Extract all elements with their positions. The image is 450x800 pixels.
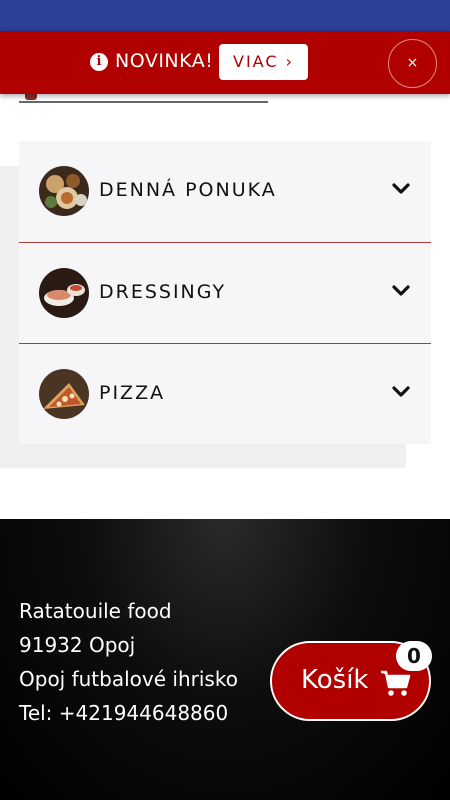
category-label: DENNÁ PONUKA [99,179,277,201]
notice-bar: i NOVINKA! VIAC › × [0,31,450,94]
restaurant-name: Ratatouile food [19,599,172,623]
category-pizza[interactable]: PIZZA [19,343,431,444]
top-strip [0,0,450,31]
cart-icon [381,670,411,696]
chevron-down-icon [392,386,410,397]
close-notice-button[interactable]: × [388,39,437,88]
daily-menu-thumbnail [39,166,89,216]
address: Opoj futbalové ihrisko [19,667,238,691]
category-label: DRESSINGY [99,281,227,303]
logo-remnant [19,94,268,103]
phone[interactable]: Tel: +421944648860 [19,696,238,730]
logo-mark [25,94,37,100]
pizza-thumbnail [39,369,89,419]
close-icon: × [406,55,419,71]
dressings-thumbnail [39,268,89,318]
logo-underline [19,101,268,103]
category-label: PIZZA [99,382,166,404]
chevron-down-icon [392,285,410,296]
chevron-down-icon [392,183,410,194]
more-button[interactable]: VIAC › [219,44,308,80]
notice-text: NOVINKA! [115,50,214,72]
cart-count-badge: 0 [396,641,432,671]
category-list: DENNÁ PONUKA DRESSINGY PIZZA [19,141,431,444]
footer-contact: Ratatouile food 91932 Opoj Opoj futbalov… [19,594,238,730]
category-dressingy[interactable]: DRESSINGY [19,242,431,343]
postal-city: 91932 Opoj [19,633,136,657]
cart-label: Košík [301,665,369,695]
category-denna-ponuka[interactable]: DENNÁ PONUKA [19,141,431,242]
info-icon: i [90,53,108,71]
